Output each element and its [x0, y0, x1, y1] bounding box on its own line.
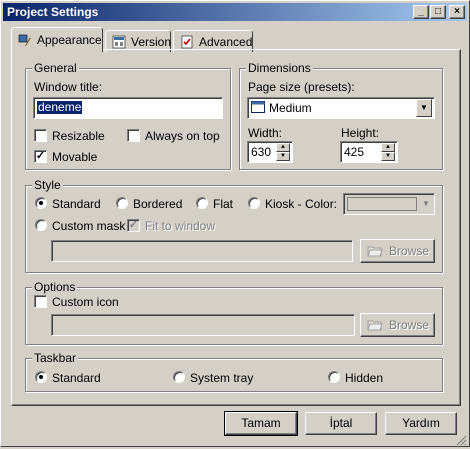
height-up-button[interactable]: ▲ [381, 143, 395, 152]
height-down-button[interactable]: ▼ [381, 152, 395, 161]
maximize-button[interactable]: □ [430, 5, 446, 19]
ok-button[interactable]: Tamam [224, 411, 298, 436]
custom-mask-path-input[interactable] [51, 240, 353, 262]
width-up-button[interactable]: ▲ [276, 143, 290, 152]
cancel-button[interactable]: İptal [305, 412, 377, 435]
taskbar-hidden-radio[interactable] [328, 371, 340, 383]
taskbar-system-tray-label: System tray [190, 371, 254, 385]
custom-icon-path-input[interactable] [51, 314, 355, 336]
style-custom-mask-radio[interactable] [35, 219, 47, 231]
width-value: 630 [251, 145, 272, 159]
version-icon [112, 35, 126, 49]
fit-to-window-label: Fit to window [145, 219, 216, 233]
options-browse-button[interactable]: Browse [360, 313, 435, 337]
always-on-top-label: Always on top [145, 129, 220, 143]
tab-advanced-label: Advanced [199, 34, 253, 49]
taskbar-group-label: Taskbar [32, 351, 79, 365]
tab-appearance[interactable]: Appearance [11, 27, 103, 52]
taskbar-standard-radio[interactable] [35, 371, 47, 383]
advanced-icon [180, 35, 194, 49]
style-group-label: Style [32, 178, 63, 192]
page-size-label: Page size (presets): [248, 80, 355, 94]
taskbar-hidden-label: Hidden [345, 371, 384, 385]
always-on-top-checkbox[interactable] [127, 129, 140, 142]
style-kiosk-label: Kiosk - Color: [265, 197, 338, 211]
options-browse-label: Browse [389, 318, 430, 332]
taskbar-standard-label: Standard [52, 371, 101, 385]
tab-version-label: Version [131, 34, 172, 49]
appearance-icon [18, 33, 32, 47]
height-value: 425 [344, 145, 365, 159]
window-title-input-value: deneme [37, 100, 83, 114]
help-button[interactable]: Yardım [385, 412, 457, 435]
close-button[interactable]: × [449, 5, 465, 19]
movable-label: Movable [52, 150, 98, 164]
window-title: Project Settings [7, 5, 99, 19]
kiosk-color-swatch [347, 197, 417, 211]
minimize-button[interactable]: _ [413, 5, 429, 19]
style-custom-mask-label: Custom mask [52, 219, 126, 233]
fit-to-window-checkbox[interactable]: ✓ [127, 219, 140, 232]
movable-checkbox[interactable]: ✓ [34, 150, 47, 163]
style-standard-label: Standard [52, 197, 101, 211]
style-bordered-label: Bordered [133, 197, 183, 211]
style-browse-label: Browse [389, 244, 430, 258]
style-standard-radio[interactable] [35, 197, 47, 209]
tab-appearance-label: Appearance [37, 33, 102, 47]
window-size-icon [251, 101, 265, 113]
style-kiosk-radio[interactable] [248, 197, 260, 209]
width-down-button[interactable]: ▼ [276, 152, 290, 161]
project-settings-window: Project Settings _ □ × Appearance Versio… [0, 0, 470, 447]
general-group-label: General [32, 61, 79, 75]
browse-folder-icon [367, 244, 383, 258]
browse-folder-icon [367, 318, 383, 332]
resize-grip-icon[interactable] [456, 435, 467, 446]
style-flat-label: Flat [213, 197, 234, 211]
dimensions-group-label: Dimensions [246, 61, 313, 75]
page-size-value: Medium [269, 101, 312, 115]
kiosk-color-arrow-icon: ▼ [422, 199, 430, 208]
height-label: Height: [341, 126, 380, 140]
window-title-input[interactable]: deneme [33, 97, 223, 119]
style-bordered-radio[interactable] [116, 197, 128, 209]
width-spinner[interactable]: 630 ▲ ▼ [247, 141, 293, 163]
style-flat-radio[interactable] [196, 197, 208, 209]
resizable-label: Resizable [52, 129, 105, 143]
style-browse-button[interactable]: Browse [360, 239, 435, 263]
custom-icon-label: Custom icon [52, 295, 119, 309]
title-bar[interactable]: Project Settings _ □ × [3, 3, 467, 21]
page-size-dropdown-arrow[interactable]: ▼ [416, 99, 432, 117]
taskbar-system-tray-radio[interactable] [173, 371, 185, 383]
page-size-select[interactable]: Medium ▼ [247, 97, 435, 119]
options-group-label: Options [32, 280, 78, 294]
resizable-checkbox[interactable] [34, 129, 47, 142]
width-label: Width: [248, 126, 283, 140]
kiosk-color-picker[interactable]: ▼ [343, 193, 435, 215]
height-spinner[interactable]: 425 ▲ ▼ [340, 141, 398, 163]
window-title-label: Window title: [34, 80, 103, 94]
custom-icon-checkbox[interactable] [34, 295, 47, 308]
